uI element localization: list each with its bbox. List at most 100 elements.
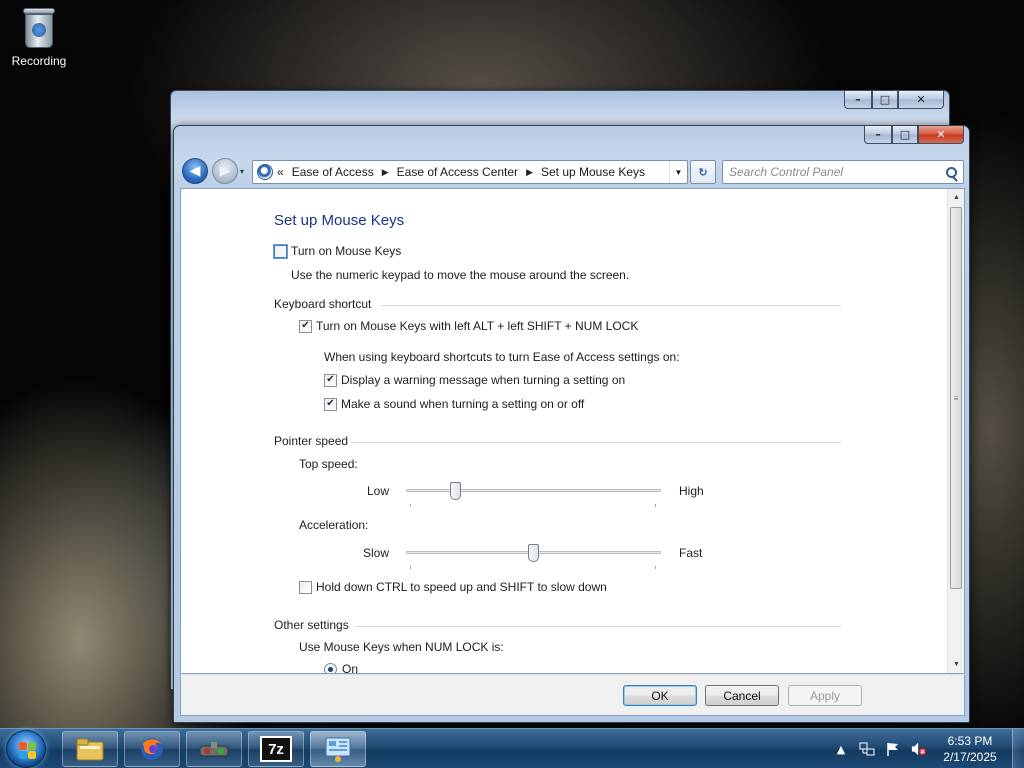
- numlock-on-row[interactable]: On: [324, 662, 358, 673]
- desktop-icon-label: Recording: [11, 54, 67, 68]
- slider-thumb[interactable]: [528, 544, 539, 562]
- address-dropdown-icon[interactable]: ▼: [669, 161, 687, 183]
- taskbar-firefox[interactable]: [124, 731, 180, 767]
- taskbar: 7z ▲ 6:53 PM 2/17/2025: [0, 728, 1024, 768]
- slider-tick: [655, 504, 656, 507]
- numlock-on-label[interactable]: On: [342, 662, 358, 673]
- warning-row[interactable]: ✔ Display a warning message when turning…: [324, 373, 625, 387]
- warning-message-label[interactable]: Display a warning message when turning a…: [341, 373, 625, 387]
- control-panel-icon: [257, 164, 273, 180]
- breadcrumb-separator-icon[interactable]: ▶: [526, 167, 533, 178]
- acceleration-slider[interactable]: [406, 543, 661, 569]
- close-button[interactable]: ✕: [898, 91, 944, 109]
- mouse-keys-window: – □ ✕ ◀ ▶ ▾ « Ease of Access ▶ Ease of A…: [173, 125, 970, 723]
- address-bar[interactable]: « Ease of Access ▶ Ease of Access Center…: [252, 160, 688, 184]
- pointer-speed-heading: Pointer speed: [274, 434, 349, 448]
- dialog-footer: OK Cancel Apply: [180, 674, 965, 716]
- acceleration-max-label: Fast: [679, 546, 703, 560]
- breadcrumb-ease-of-access-center[interactable]: Ease of Access Center: [397, 165, 518, 179]
- ctrl-shift-checkbox[interactable]: [299, 580, 312, 594]
- window-caption-buttons: – □ ✕: [864, 126, 964, 144]
- search-icon[interactable]: [946, 166, 957, 178]
- turn-on-mouse-keys-label[interactable]: Turn on Mouse Keys: [291, 244, 401, 258]
- 7zip-icon-label: 7z: [268, 740, 284, 758]
- acceleration-min-label: Slow: [363, 546, 390, 560]
- recent-pages-dropdown[interactable]: ▾: [240, 167, 244, 176]
- maximize-button[interactable]: □: [892, 126, 918, 144]
- system-tray: ▲ 6:53 PM 2/17/2025: [828, 729, 1024, 768]
- sound-label[interactable]: Make a sound when turning a setting on o…: [341, 397, 584, 411]
- cancel-button[interactable]: Cancel: [705, 685, 779, 706]
- breadcrumb-overflow[interactable]: «: [277, 165, 284, 179]
- top-speed-label: Top speed:: [299, 457, 358, 471]
- numlock-label: Use Mouse Keys when NUM LOCK is:: [299, 640, 504, 654]
- 7zip-icon: 7z: [260, 736, 292, 762]
- breadcrumb-ease-of-access[interactable]: Ease of Access: [292, 165, 374, 179]
- vertical-scrollbar[interactable]: ▲ ≡ ▼: [947, 189, 964, 673]
- slider-tick: [410, 566, 411, 569]
- shortcut-row[interactable]: ✔ Turn on Mouse Keys with left ALT + lef…: [299, 319, 638, 333]
- shortcut-label[interactable]: Turn on Mouse Keys with left ALT + left …: [316, 319, 638, 333]
- taskbar-recorder-app[interactable]: [186, 731, 242, 767]
- sound-checkbox[interactable]: ✔: [324, 397, 337, 411]
- desktop-icon-recycle-bin[interactable]: Recording: [8, 6, 70, 68]
- back-button[interactable]: ◀: [182, 158, 208, 184]
- taskbar-7zip[interactable]: 7z: [248, 731, 304, 767]
- refresh-button[interactable]: ↻: [690, 160, 716, 184]
- turn-on-mouse-keys-checkbox[interactable]: [273, 243, 288, 259]
- maximize-button[interactable]: □: [872, 91, 898, 109]
- top-speed-min-label: Low: [367, 484, 390, 498]
- slider-thumb[interactable]: [450, 482, 461, 500]
- recycle-bin-icon: [21, 6, 57, 50]
- turn-on-description: Use the numeric keypad to move the mouse…: [291, 268, 630, 282]
- keyboard-shortcut-heading: Keyboard shortcut: [274, 297, 372, 311]
- clock-date: 2/17/2025: [943, 750, 997, 764]
- ok-button[interactable]: OK: [623, 685, 697, 706]
- slider-tick: [655, 566, 656, 569]
- clock[interactable]: 6:53 PM 2/17/2025: [938, 733, 1002, 765]
- show-hidden-icons-icon[interactable]: ▲: [833, 741, 849, 757]
- close-button[interactable]: ✕: [918, 126, 964, 144]
- apply-button[interactable]: Apply: [788, 685, 862, 706]
- scrollbar-thumb[interactable]: ≡: [950, 207, 962, 589]
- page-title: Set up Mouse Keys: [274, 212, 405, 229]
- forward-button[interactable]: ▶: [212, 158, 238, 184]
- network-icon[interactable]: [859, 741, 875, 757]
- back-arrow-icon: ◀: [189, 163, 201, 179]
- taskbar-control-panel[interactable]: [310, 731, 366, 767]
- breadcrumb-separator-icon[interactable]: ▶: [382, 167, 389, 178]
- show-desktop-button[interactable]: [1012, 729, 1024, 768]
- start-button[interactable]: [6, 730, 46, 768]
- action-center-flag-icon[interactable]: [885, 741, 901, 757]
- radio-selected-dot: [328, 666, 333, 672]
- folder-icon: [76, 738, 104, 761]
- sound-row[interactable]: ✔ Make a sound when turning a setting on…: [324, 397, 584, 411]
- minimize-button[interactable]: –: [844, 91, 872, 109]
- volume-muted-icon[interactable]: [911, 741, 927, 757]
- refresh-icon: ↻: [698, 165, 708, 179]
- shortcut-checkbox[interactable]: ✔: [299, 319, 312, 333]
- firefox-icon: [141, 738, 163, 760]
- taskbar-windows-explorer[interactable]: [62, 731, 118, 767]
- scroll-up-arrow-icon[interactable]: ▲: [948, 189, 964, 206]
- search-input[interactable]: [723, 162, 935, 182]
- ctrl-shift-row[interactable]: Hold down CTRL to speed up and SHIFT to …: [299, 580, 607, 594]
- minimize-button[interactable]: –: [864, 126, 892, 144]
- warning-message-checkbox[interactable]: ✔: [324, 373, 337, 387]
- top-speed-slider[interactable]: [406, 481, 661, 507]
- group-divider: [355, 626, 841, 627]
- turn-on-mouse-keys-row[interactable]: Turn on Mouse Keys: [273, 243, 401, 259]
- numlock-on-radio[interactable]: [324, 662, 337, 673]
- forward-arrow-icon: ▶: [219, 163, 231, 179]
- group-divider: [351, 442, 841, 443]
- clock-time: 6:53 PM: [947, 734, 993, 748]
- acceleration-label: Acceleration:: [299, 518, 369, 532]
- breadcrumb-set-up-mouse-keys[interactable]: Set up Mouse Keys: [541, 165, 645, 179]
- ctrl-shift-label[interactable]: Hold down CTRL to speed up and SHIFT to …: [316, 580, 607, 594]
- scroll-down-arrow-icon[interactable]: ▼: [948, 656, 964, 673]
- search-box[interactable]: [722, 160, 964, 184]
- app-icon: [199, 742, 229, 757]
- slider-track: [406, 489, 661, 492]
- background-window-caption-buttons: – □ ✕: [844, 91, 944, 109]
- desktop: Recording – □ ✕ – □ ✕ ◀ ▶ ▾ « Ease of Ac…: [0, 0, 1024, 728]
